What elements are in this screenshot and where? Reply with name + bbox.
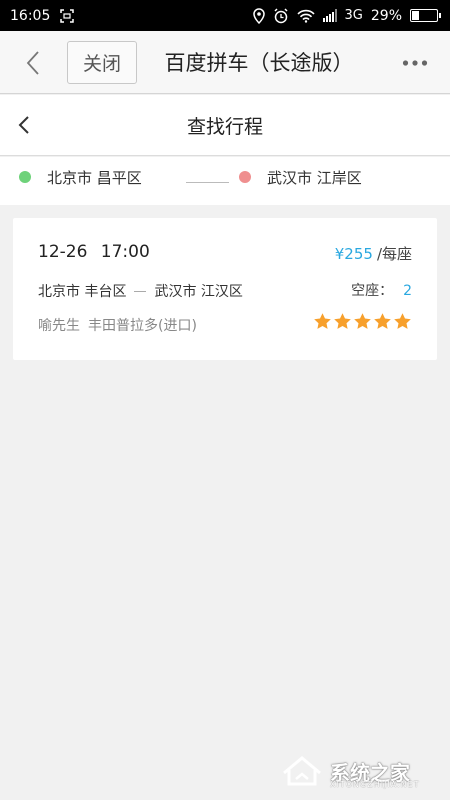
screenshot-icon bbox=[60, 8, 75, 23]
driver-rating bbox=[313, 312, 412, 331]
price-amount: ¥255 bbox=[334, 245, 373, 263]
battery-icon bbox=[410, 9, 441, 22]
destination-dot-icon bbox=[239, 171, 251, 183]
browser-title: 百度拼车（长途版） bbox=[164, 51, 354, 75]
trip-origin: 北京市 丰台区 bbox=[38, 284, 127, 300]
trip-seats: 空座： 2 bbox=[351, 280, 412, 300]
route-connector bbox=[186, 182, 229, 183]
star-icon bbox=[334, 313, 351, 329]
star-icon bbox=[374, 313, 391, 329]
house-logo-icon bbox=[283, 756, 321, 786]
page-nav: 查找行程 bbox=[0, 95, 450, 156]
network-type: 3G bbox=[344, 8, 363, 23]
origin-dot-icon bbox=[19, 171, 31, 183]
alarm-icon bbox=[273, 7, 289, 24]
trip-card[interactable]: 12-26 17:00 ¥255/每座 北京市 丰台区 武汉市 江汉区 空座： 2… bbox=[13, 218, 437, 360]
price-unit: /每座 bbox=[376, 245, 412, 263]
trip-datetime: 12-26 17:00 bbox=[38, 242, 150, 262]
watermark-logo: 系统之家 XITONGZHIJIA.NET bbox=[280, 748, 445, 794]
status-bar: 16:05 3G 29% bbox=[0, 0, 450, 31]
trip-destination: 武汉市 江汉区 bbox=[154, 284, 243, 300]
chevron-left-icon bbox=[26, 51, 39, 75]
watermark-subtext: XITONGZHIJIA.NET bbox=[330, 780, 420, 789]
trip-price: ¥255/每座 bbox=[335, 243, 412, 264]
route-origin[interactable]: 北京市 昌平区 bbox=[47, 167, 142, 188]
more-button[interactable] bbox=[400, 48, 430, 78]
status-time: 16:05 bbox=[10, 7, 51, 24]
star-icon bbox=[394, 313, 411, 329]
page-title: 查找行程 bbox=[186, 115, 263, 138]
trip-route-separator bbox=[134, 290, 147, 292]
signal-icon bbox=[322, 9, 337, 22]
more-dots-icon bbox=[402, 60, 428, 66]
browser-header: 关闭 百度拼车（长途版） bbox=[0, 31, 450, 94]
trip-driver: 喻先生 丰田普拉多(进口) bbox=[38, 315, 197, 335]
seats-count: 2 bbox=[403, 283, 412, 299]
close-button[interactable]: 关闭 bbox=[67, 41, 137, 84]
star-icon bbox=[354, 313, 371, 329]
route-destination[interactable]: 武汉市 江岸区 bbox=[267, 167, 362, 188]
driver-car: 丰田普拉多(进口) bbox=[88, 318, 197, 334]
trip-route: 北京市 丰台区 武汉市 江汉区 bbox=[38, 281, 243, 301]
driver-name: 喻先生 bbox=[38, 318, 80, 334]
wifi-icon bbox=[296, 9, 315, 23]
star-icon bbox=[314, 313, 331, 329]
location-icon bbox=[252, 7, 265, 24]
browser-back-button[interactable] bbox=[18, 48, 48, 78]
route-bar: 北京市 昌平区 武汉市 江岸区 bbox=[0, 157, 450, 205]
battery-percent: 29% bbox=[370, 7, 402, 24]
seats-label: 空座： bbox=[351, 283, 394, 299]
